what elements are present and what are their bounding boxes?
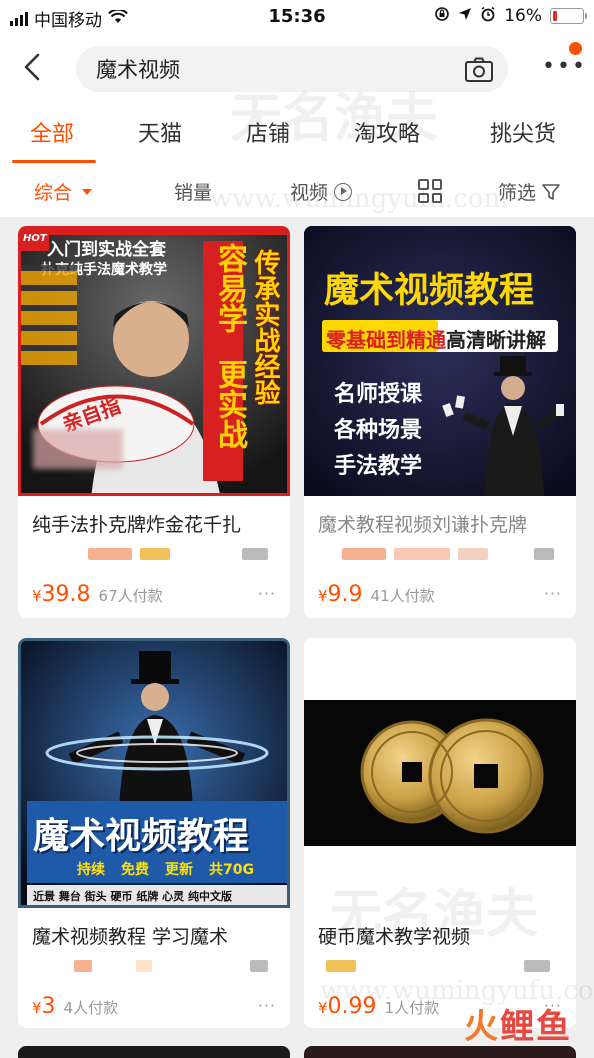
product-price: ¥9.9 — [318, 582, 363, 607]
sort-bar: 综合 销量 视频 筛选 — [0, 164, 594, 218]
card-more-button[interactable]: ··· — [544, 584, 562, 603]
hot-label: HOT — [23, 233, 47, 244]
status-bar: 中国移动 15:36 16% — [0, 0, 594, 36]
product-card[interactable]: 魔术视频教程 持续 免费 更新 共70G 近景 舞台 街头 硬币 纸牌 心灵 纯… — [18, 638, 290, 1028]
product-image: 魔术视频教程 持续 免费 更新 共70G 近景 舞台 街头 硬币 纸牌 心灵 纯… — [18, 638, 290, 908]
product-badge-gray — [524, 960, 550, 972]
product-image: 魔术视频教程 零基础到精通 高清晰讲解 名师授课 各种场景 手法教学 — [304, 226, 576, 496]
product-image: HOT 入门到实战全套 扑克纯手法魔术教学 容易学 更实战 传承实战经验 亲自指 — [18, 226, 290, 496]
back-button[interactable] — [18, 50, 48, 84]
image-headline: 魔术视频教程 — [324, 271, 535, 311]
search-header: 魔术视频 ••• — [0, 36, 594, 98]
brand-logo: 火鲤鱼 — [464, 1007, 572, 1047]
image-slogan-2: 更实战 — [212, 359, 247, 449]
product-price: ¥39.8 — [32, 582, 91, 607]
grid-view-icon[interactable] — [418, 179, 442, 203]
caret-down-icon — [82, 188, 93, 195]
product-title: 魔术教程视频刘谦扑克牌 — [318, 514, 528, 536]
product-title: 硬币魔术教学视频 — [318, 926, 471, 948]
product-price: ¥3 — [32, 994, 56, 1019]
product-badge-gray — [250, 960, 268, 972]
alarm-icon — [480, 6, 496, 26]
product-image — [304, 638, 576, 908]
product-title: 纯手法扑克牌炸金花千扎 — [32, 514, 242, 536]
product-card-partial[interactable] — [18, 1046, 290, 1058]
image-sub-yellow: 零基础到精通 — [326, 328, 446, 352]
sort-video-label: 视频 — [290, 182, 329, 204]
image-tag-1: 持续 — [77, 862, 105, 878]
sold-count: 1人付款 — [384, 999, 440, 1017]
product-badge-gray — [534, 548, 554, 560]
status-right: 16% — [434, 6, 587, 26]
product-card[interactable]: 硬币魔术教学视频 ¥0.99 1人付款 ··· — [304, 638, 576, 1028]
sort-video[interactable]: 视频 — [290, 178, 353, 205]
image-headline: 魔术视频教程 — [33, 816, 250, 857]
price-row: ¥39.8 67人付款 — [32, 582, 163, 607]
sold-count: 41人付款 — [370, 587, 435, 605]
product-badges — [326, 960, 356, 972]
battery-icon — [550, 8, 587, 24]
tab-picks[interactable]: 挑尖货 — [490, 116, 556, 148]
sold-count: 4人付款 — [63, 999, 119, 1017]
rotation-lock-icon — [434, 6, 450, 26]
search-query: 魔术视频 — [96, 58, 180, 82]
image-footer: 近景 舞台 街头 硬币 纸牌 心灵 纯中文版 — [33, 890, 232, 903]
sort-composite[interactable]: 综合 — [34, 178, 93, 205]
image-line-2: 各种场景 — [334, 418, 423, 443]
camera-icon — [465, 57, 493, 82]
image-line-1: 名师授课 — [334, 382, 423, 407]
image-sub-white: 高清晰讲解 — [446, 328, 546, 352]
product-card[interactable]: 魔术视频教程 零基础到精通 高清晰讲解 名师授课 各种场景 手法教学 魔术教程视… — [304, 226, 576, 618]
funnel-icon — [542, 183, 560, 200]
location-icon — [458, 7, 472, 25]
sort-sales[interactable]: 销量 — [174, 178, 212, 205]
camera-search-button[interactable] — [464, 57, 494, 83]
tab-guides[interactable]: 淘攻略 — [354, 116, 420, 148]
battery-percent: 16% — [504, 6, 542, 26]
image-tag-3: 更新 — [165, 862, 193, 878]
product-price: ¥0.99 — [318, 994, 377, 1019]
tab-tmall[interactable]: 天猫 — [138, 116, 182, 148]
product-card[interactable]: HOT 入门到实战全套 扑克纯手法魔术教学 容易学 更实战 传承实战经验 亲自指… — [18, 226, 290, 618]
image-banner: 入门到实战全套 — [47, 240, 166, 260]
active-tab-indicator — [12, 160, 96, 163]
product-title: 魔术视频教程 学习魔术 — [32, 926, 229, 948]
sort-composite-label: 综合 — [34, 182, 73, 204]
product-badges — [342, 548, 488, 560]
filter-label: 筛选 — [498, 182, 537, 204]
more-button[interactable]: ••• — [542, 42, 585, 78]
filter-button[interactable]: 筛选 — [498, 178, 560, 205]
category-tabs: 全部 天猫 店铺 淘攻略 挑尖货 — [0, 98, 594, 164]
card-more-button[interactable]: ··· — [258, 996, 276, 1015]
card-more-button[interactable]: ··· — [258, 584, 276, 603]
sort-sales-label: 销量 — [174, 182, 213, 204]
play-circle-icon — [334, 182, 353, 201]
image-line-3: 手法教学 — [334, 454, 423, 479]
product-badges — [74, 960, 152, 972]
sold-count: 67人付款 — [98, 587, 163, 605]
coin-photo — [360, 718, 544, 834]
more-icon: ••• — [542, 54, 587, 79]
tab-shops[interactable]: 店铺 — [246, 116, 290, 148]
price-row: ¥3 4人付款 — [32, 994, 118, 1019]
image-slogan-1: 容易学 — [212, 243, 247, 333]
chevron-left-icon — [24, 53, 40, 81]
image-slogan-3: 传承实战经验 — [250, 249, 280, 405]
product-badges — [88, 548, 170, 560]
search-input[interactable]: 魔术视频 — [76, 46, 508, 92]
price-row: ¥0.99 1人付款 — [318, 994, 439, 1019]
image-tag-2: 免费 — [121, 862, 149, 878]
product-badge-gray — [242, 548, 268, 560]
product-image — [18, 1046, 290, 1058]
price-row: ¥9.9 41人付款 — [318, 582, 435, 607]
image-tag-4: 共70G — [209, 862, 254, 878]
notification-dot — [569, 42, 582, 55]
tab-all[interactable]: 全部 — [30, 116, 74, 148]
